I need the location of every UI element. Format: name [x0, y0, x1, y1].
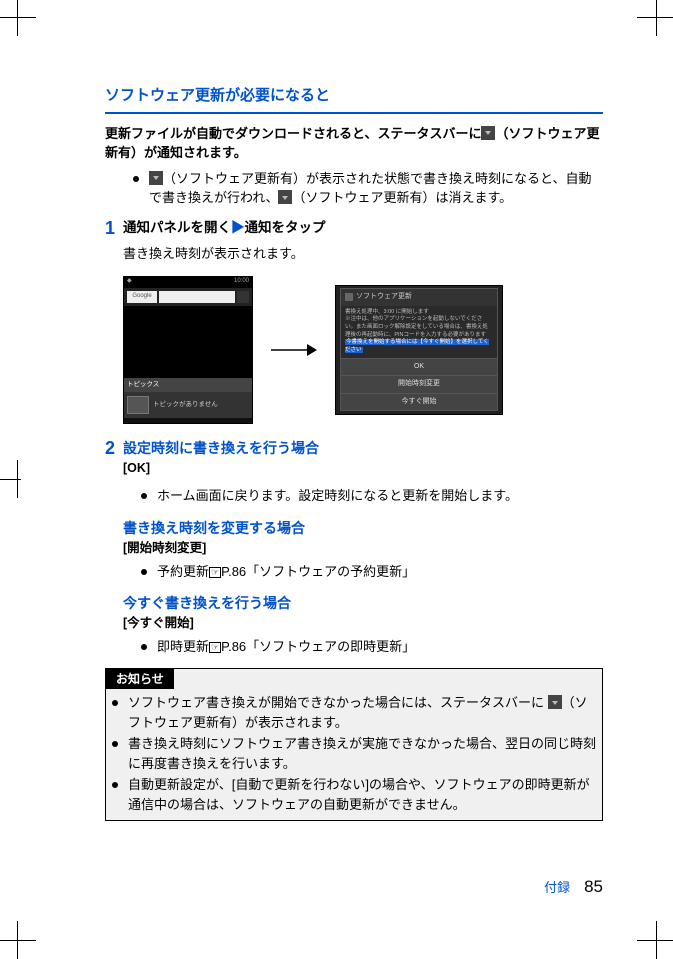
section-title: ソフトウェア更新が必要になると	[105, 85, 603, 114]
update-available-icon	[149, 171, 163, 185]
bullet-icon	[112, 741, 118, 747]
crop-mark	[0, 460, 36, 498]
case-now-bracket: [今すぐ開始]	[123, 614, 603, 633]
screenshot-notification-panel: ◆ 10:00 Google トピックス トピックがありません	[123, 276, 253, 424]
step-2-bracket: [OK]	[123, 459, 603, 478]
bullet-icon	[133, 176, 139, 182]
intro-bullet-b: （ソフトウェア更新有）は消えます。	[292, 190, 512, 205]
update-available-icon	[278, 190, 292, 204]
step-2-head: 設定時刻に書き換えを行う場合	[123, 438, 603, 459]
case-now-b: P.86「ソフトウェアの即時更新」	[221, 639, 415, 654]
case-now-head: 今すぐ書き換えを行う場合	[123, 593, 603, 614]
update-available-icon	[548, 695, 562, 709]
step-1-head: 通知パネルを開く▶通知をタップ	[123, 218, 603, 240]
step-number: 1	[105, 218, 123, 240]
triangle-icon: ▶	[231, 220, 245, 235]
status-time: 10:00	[234, 277, 249, 288]
notice-1-a: ソフトウェア書き換えが開始できなかった場合には、ステータスバーに	[128, 695, 544, 710]
step-1-head-b: 通知をタップ	[245, 220, 326, 235]
screenshot-search-row: Google	[124, 288, 252, 306]
screenshot-update-dialog: ソフトウェア更新 書換え処理中、3:00 に開始します ※注中は、他のアプリケー…	[335, 285, 503, 415]
dialog-title-text: ソフトウェア更新	[356, 292, 412, 303]
dialog-highlight: 今書換えを開始する場合には【今すぐ開始】を選択してください	[345, 339, 489, 353]
screenshot-statusbar: ◆ 10:00	[124, 277, 252, 288]
notice-label: お知らせ	[106, 669, 174, 689]
dialog-title-icon	[345, 293, 353, 301]
dialog-change-button: 開始時刻変更	[341, 375, 497, 393]
dialog-line-2: ※注中は、他のアプリケーションを起動しないでください。また画面ロック解除設定をし…	[345, 316, 493, 339]
step-2-bullet: ホーム画面に戻ります。設定時刻になると更新を開始します。	[105, 486, 603, 506]
mic-icon	[237, 291, 249, 303]
page-footer: 付録 85	[544, 874, 603, 900]
dialog: ソフトウェア更新 書換え処理中、3:00 に開始します ※注中は、他のアプリケー…	[340, 288, 498, 411]
case-change-bullet-text: 予約更新☞P.86「ソフトウェアの予約更新」	[157, 562, 415, 582]
bullet-icon	[141, 644, 147, 650]
notice-item-3: 自動更新設定が、[自動で更新を行わない]の場合や、ソフトウェアの即時更新が通信中…	[128, 775, 596, 814]
case-now-a: 即時更新	[157, 639, 209, 654]
reference-icon: ☞	[209, 642, 221, 653]
step-1-body: 書き換え時刻が表示されます。	[105, 244, 603, 264]
dialog-ok-button: OK	[341, 358, 497, 376]
page-number: 85	[584, 877, 603, 896]
crop-mark	[637, 921, 673, 959]
step-2: 2 設定時刻に書き換えを行う場合 [OK]	[105, 438, 603, 482]
case-change-a: 予約更新	[157, 564, 209, 579]
bullet-icon	[112, 700, 118, 706]
dialog-now-button: 今すぐ開始	[341, 393, 497, 411]
bullet-icon	[141, 493, 147, 499]
search-input-mock	[159, 291, 235, 303]
crop-mark	[0, 921, 36, 959]
crop-mark	[0, 0, 36, 36]
footer-section: 付録	[544, 880, 570, 895]
notice-box: お知らせ ソフトウェア書き換えが開始できなかった場合には、ステータスバーに （ソ…	[105, 668, 603, 821]
page-content: ソフトウェア更新が必要になると 更新ファイルが自動でダウンロードされると、ステー…	[0, 0, 673, 861]
step-1: 1 通知パネルを開く▶通知をタップ	[105, 218, 603, 240]
intro-bullet-text: （ソフトウェア更新有）が表示された状態で書き換え時刻になると、自動で書き換えが行…	[149, 169, 603, 208]
thumbnail-icon	[127, 396, 149, 414]
case-change-bracket: [開始時刻変更]	[123, 539, 603, 558]
dialog-body: 書換え処理中、3:00 に開始します ※注中は、他のアプリケーションを起動しない…	[341, 306, 497, 358]
dialog-title: ソフトウェア更新	[341, 289, 497, 306]
intro-part-a: 更新ファイルが自動でダウンロードされると、ステータスバーに	[105, 126, 481, 141]
case-change-bullet: 予約更新☞P.86「ソフトウェアの予約更新」	[123, 562, 603, 582]
notice-item-1: ソフトウェア書き換えが開始できなかった場合には、ステータスバーに （ソフトウェア…	[128, 693, 596, 732]
screenshots-row: ◆ 10:00 Google トピックス トピックがありません	[105, 276, 603, 424]
update-available-icon	[481, 126, 495, 140]
bullet-icon	[141, 569, 147, 575]
status-left: ◆	[127, 277, 132, 288]
crop-mark	[637, 0, 673, 36]
panel-item-text: トピックがありません	[153, 400, 218, 410]
intro-text: 更新ファイルが自動でダウンロードされると、ステータスバーに（ソフトウェア更新有）…	[105, 124, 603, 163]
step-number: 2	[105, 438, 123, 482]
arrow-right-icon	[271, 342, 317, 358]
step-1-head-a: 通知パネルを開く	[123, 220, 231, 235]
case-change-b: P.86「ソフトウェアの予約更新」	[221, 564, 415, 579]
notice-body: ソフトウェア書き換えが開始できなかった場合には、ステータスバーに （ソフトウェア…	[106, 689, 602, 820]
bullet-icon	[112, 782, 118, 788]
screenshot-panel-item: トピックがありません	[124, 392, 252, 418]
case-change-head: 書き換え時刻を変更する場合	[123, 518, 603, 539]
intro-bullet: （ソフトウェア更新有）が表示された状態で書き換え時刻になると、自動で書き換えが行…	[105, 169, 603, 208]
notice-item-2: 書き換え時刻にソフトウェア書き換えが実施できなかった場合、翌日の同じ時刻に再度書…	[128, 734, 596, 773]
step-2-bullet-text: ホーム画面に戻ります。設定時刻になると更新を開始します。	[157, 486, 518, 506]
case-now-bullet-text: 即時更新☞P.86「ソフトウェアの即時更新」	[157, 637, 415, 657]
google-logo: Google	[127, 291, 157, 303]
screenshot-panel-label: トピックス	[124, 378, 252, 392]
case-now-bullet: 即時更新☞P.86「ソフトウェアの即時更新」	[123, 637, 603, 657]
screenshot-gap	[124, 306, 252, 378]
reference-icon: ☞	[209, 567, 221, 578]
